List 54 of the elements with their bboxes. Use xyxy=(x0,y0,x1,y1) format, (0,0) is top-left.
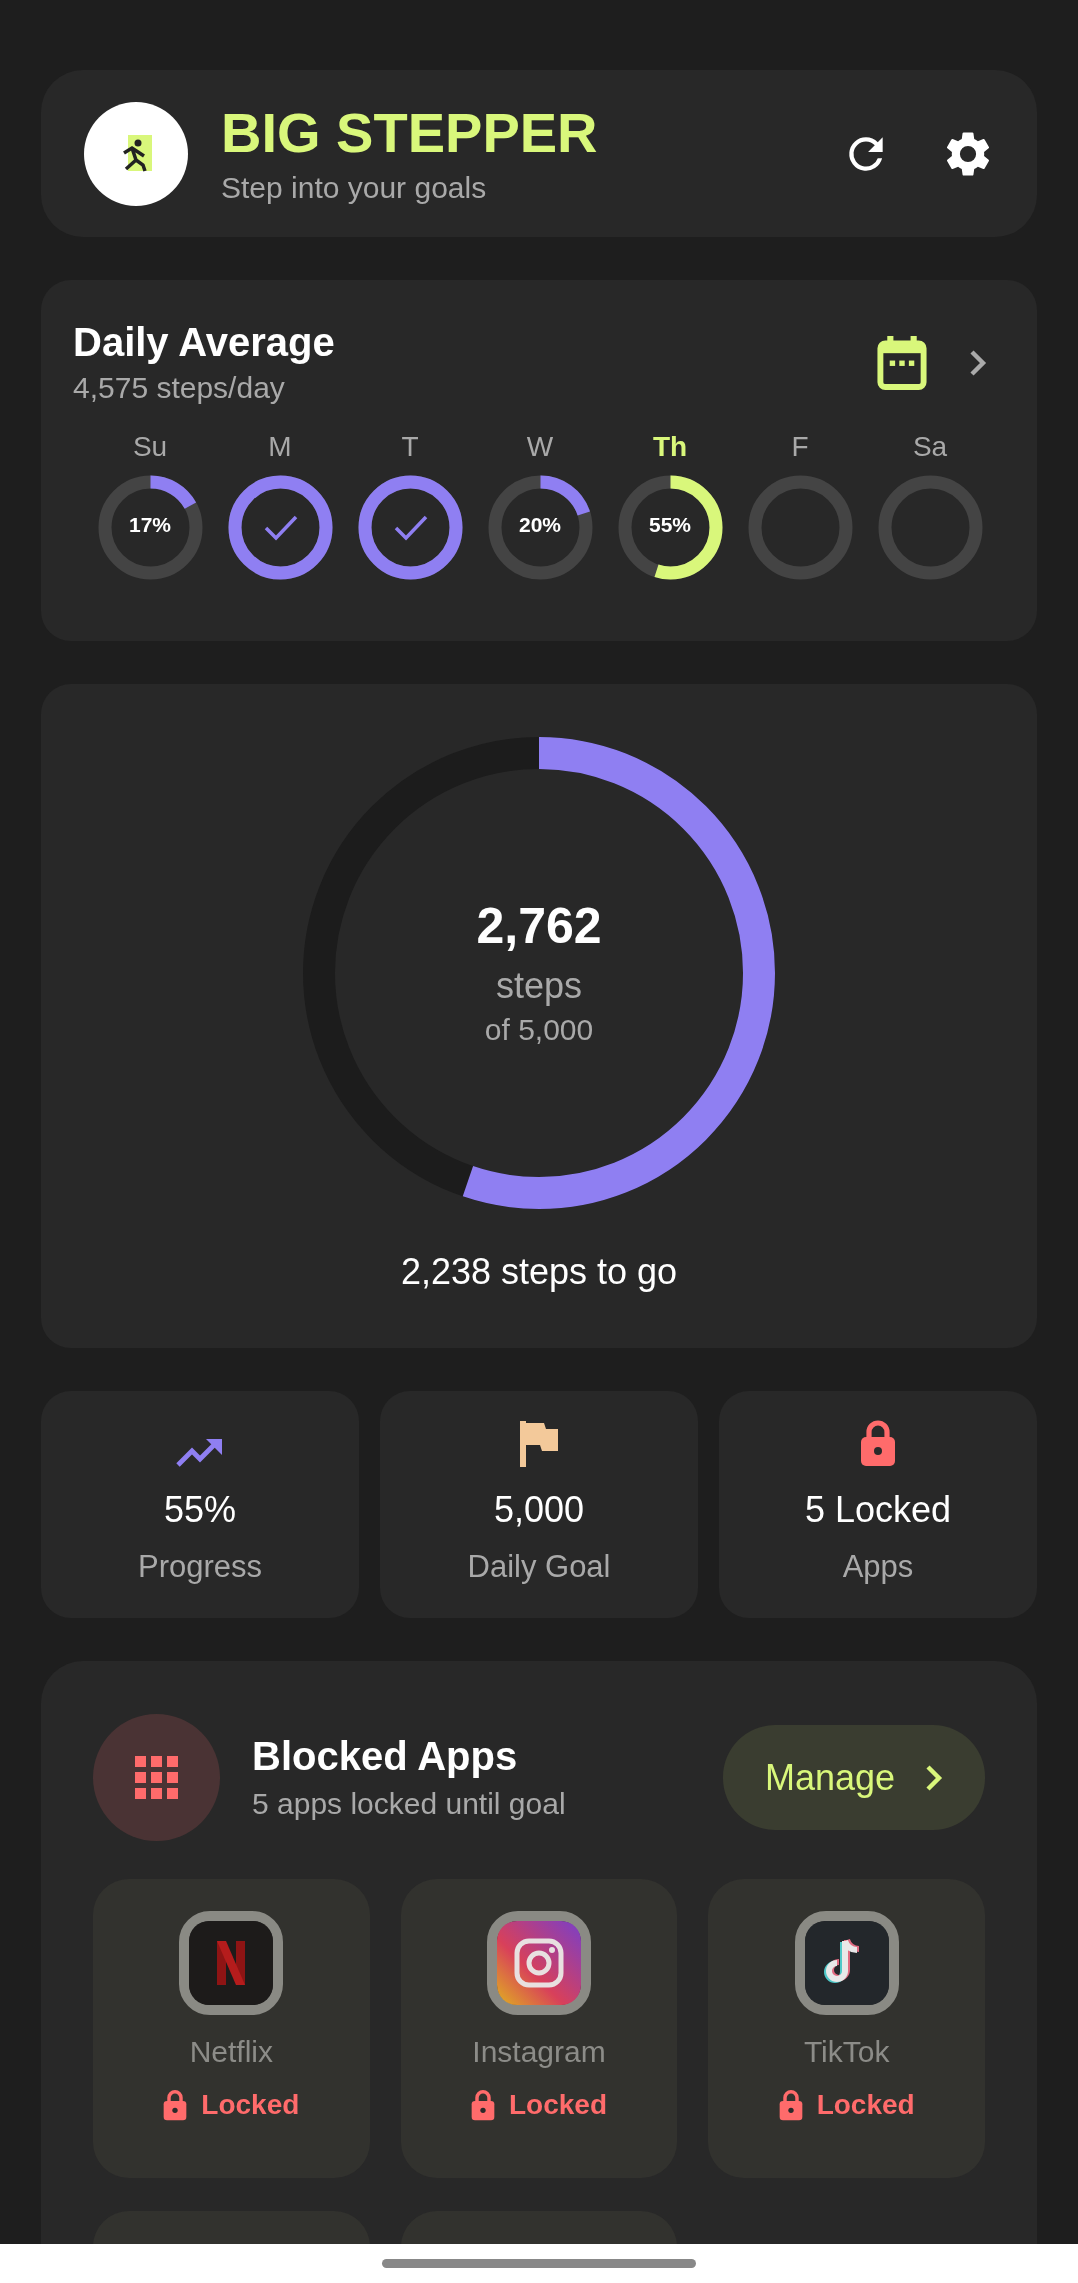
blocked-apps-subtitle: 5 apps locked until goal xyxy=(252,1787,567,1821)
checkmark-icon xyxy=(393,515,428,541)
app-grid-icon xyxy=(134,1755,179,1800)
tiktok-app-icon xyxy=(794,1911,899,2015)
chevron-right-icon xyxy=(969,349,987,377)
weekday-label: M xyxy=(268,431,292,463)
stat-value: 55% xyxy=(163,1489,237,1531)
checkmark-icon xyxy=(263,515,298,541)
weekday-label: Th xyxy=(652,431,688,463)
flag-icon xyxy=(520,1421,558,1467)
locked-status: Locked xyxy=(508,2089,607,2121)
day-percent: 55% xyxy=(648,513,692,537)
lock-icon xyxy=(860,1419,896,1467)
day-percent: 20% xyxy=(518,513,562,537)
step-unit: steps xyxy=(495,965,582,1007)
steps-remaining: 2,238 steps to go xyxy=(400,1251,678,1293)
weekday-label: F xyxy=(791,431,809,463)
weekday-label: T xyxy=(401,431,419,463)
app-tile[interactable]: Instagram Locked xyxy=(400,1879,678,2178)
card-title: Daily Average xyxy=(73,320,336,365)
app-tile[interactable]: Netflix Locked xyxy=(93,1879,370,2178)
app-tile[interactable]: TikTok Locked xyxy=(708,1879,985,2178)
lock-icon xyxy=(778,2089,803,2121)
day-progress-ring[interactable] xyxy=(487,475,593,580)
stat-label: Daily Goal xyxy=(467,1549,611,1585)
app-tagline: Step into your goals xyxy=(221,171,488,206)
card-title: Blocked Apps xyxy=(252,1734,519,1779)
stat-label: Apps xyxy=(842,1549,914,1585)
app-title: BIG STEPPER xyxy=(221,101,599,164)
calendar-icon[interactable] xyxy=(877,336,927,390)
app-name: Instagram xyxy=(472,2035,606,2069)
weekday-label: Su xyxy=(132,431,168,463)
step-goal: of 5,000 xyxy=(484,1013,594,1047)
trending-up-icon xyxy=(176,1437,224,1467)
step-count: 2,762 xyxy=(476,897,602,955)
locked-status: Locked xyxy=(201,2089,300,2121)
day-progress-ring[interactable] xyxy=(97,475,203,580)
weekday-label: W xyxy=(526,431,554,463)
stat-label: Progress xyxy=(137,1549,262,1585)
lock-icon xyxy=(163,2089,188,2121)
stat-value: 5,000 xyxy=(493,1489,585,1531)
day-progress-ring[interactable] xyxy=(617,475,723,580)
average-steps: 4,575 steps/day xyxy=(73,371,877,405)
app-name: TikTok xyxy=(803,2035,890,2069)
manage-button[interactable]: Manage xyxy=(723,1725,985,1830)
weekday-label: Sa xyxy=(912,431,948,463)
app-name: Netflix xyxy=(189,2035,273,2069)
locked-status: Locked xyxy=(816,2089,915,2121)
chevron-right-icon xyxy=(925,1763,944,1792)
netflix-app-icon xyxy=(179,1911,284,2015)
instagram-app-icon xyxy=(487,1911,591,2015)
lock-icon xyxy=(470,2089,495,2121)
day-percent: 17% xyxy=(128,513,172,537)
stat-value: 5 Locked xyxy=(804,1489,952,1531)
